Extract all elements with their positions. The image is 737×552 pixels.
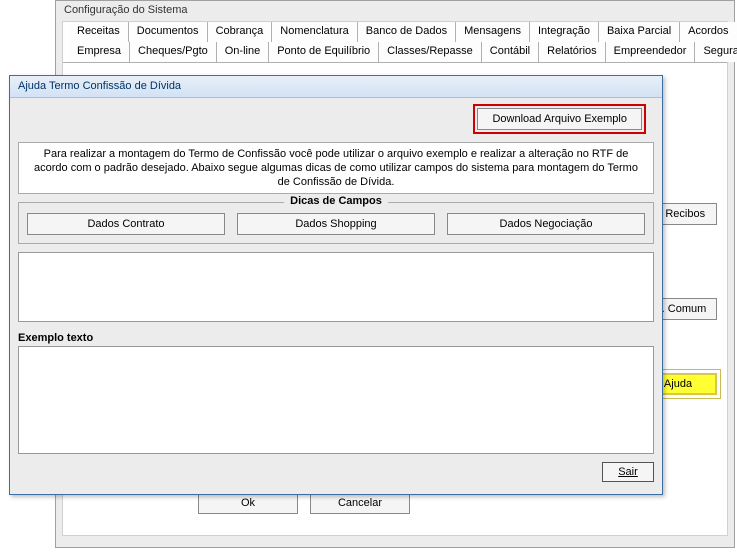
download-example-button[interactable]: Download Arquivo Exemplo (477, 108, 642, 130)
bottom-button-row: Ok Cancelar (198, 492, 410, 514)
window-title: Configuração do Sistema (56, 1, 734, 21)
tab-row-1: ReceitasDocumentosCobrançaNomenclaturaBa… (63, 22, 727, 42)
cancel-button[interactable]: Cancelar (310, 492, 410, 514)
dados-shopping-button[interactable]: Dados Shopping (237, 213, 435, 235)
tab-on-line[interactable]: On-line (217, 42, 269, 62)
tab-row-2: EmpresaCheques/PgtoOn-linePonto de Equil… (63, 42, 727, 62)
tab-nomenclatura[interactable]: Nomenclatura (272, 22, 357, 42)
tab-integra-o[interactable]: Integração (530, 22, 599, 42)
tab-relat-rios[interactable]: Relatórios (539, 42, 606, 62)
example-textarea[interactable] (18, 346, 654, 454)
dados-negociacao-button[interactable]: Dados Negociação (447, 213, 645, 235)
field-tips-title: Dicas de Campos (284, 195, 388, 207)
tab-receitas[interactable]: Receitas (69, 22, 129, 42)
dados-contrato-button[interactable]: Dados Contrato (27, 213, 225, 235)
dialog-title: Ajuda Termo Confissão de Dívida (10, 76, 662, 98)
tab-empreendedor[interactable]: Empreendedor (606, 42, 696, 62)
tab-mensagens[interactable]: Mensagens (456, 22, 530, 42)
tab-banco-de-dados[interactable]: Banco de Dados (358, 22, 456, 42)
tab-cont-bil[interactable]: Contábil (482, 42, 539, 62)
field-tips-buttons: Dados Contrato Dados Shopping Dados Nego… (27, 213, 645, 235)
dialog-bottom-row: Sair (18, 462, 654, 482)
info-text: Para realizar a montagem do Termo de Con… (18, 142, 654, 194)
example-text-label: Exemplo texto (18, 332, 654, 344)
tab-baixa-parcial[interactable]: Baixa Parcial (599, 22, 680, 42)
tab-ponto-de-equil-brio[interactable]: Ponto de Equilíbrio (269, 42, 379, 62)
download-highlight: Download Arquivo Exemplo (473, 104, 646, 134)
tab-classes-repasse[interactable]: Classes/Repasse (379, 42, 482, 62)
tab-cobran-a[interactable]: Cobrança (208, 22, 273, 42)
tab-empresa[interactable]: Empresa (69, 42, 130, 62)
tab-cheques-pgto[interactable]: Cheques/Pgto (130, 42, 217, 62)
tab-documentos[interactable]: Documentos (129, 22, 208, 42)
tab-acordos[interactable]: Acordos (680, 22, 737, 42)
tips-output-textarea[interactable] (18, 252, 654, 322)
help-dialog: Ajuda Termo Confissão de Dívida Download… (9, 75, 663, 495)
ok-button[interactable]: Ok (198, 492, 298, 514)
sair-button[interactable]: Sair (602, 462, 654, 482)
dialog-body: Download Arquivo Exemplo Para realizar a… (10, 98, 662, 494)
tab-seguran-a[interactable]: Segurança (695, 42, 737, 62)
field-tips-group: Dicas de Campos Dados Contrato Dados Sho… (18, 202, 654, 244)
